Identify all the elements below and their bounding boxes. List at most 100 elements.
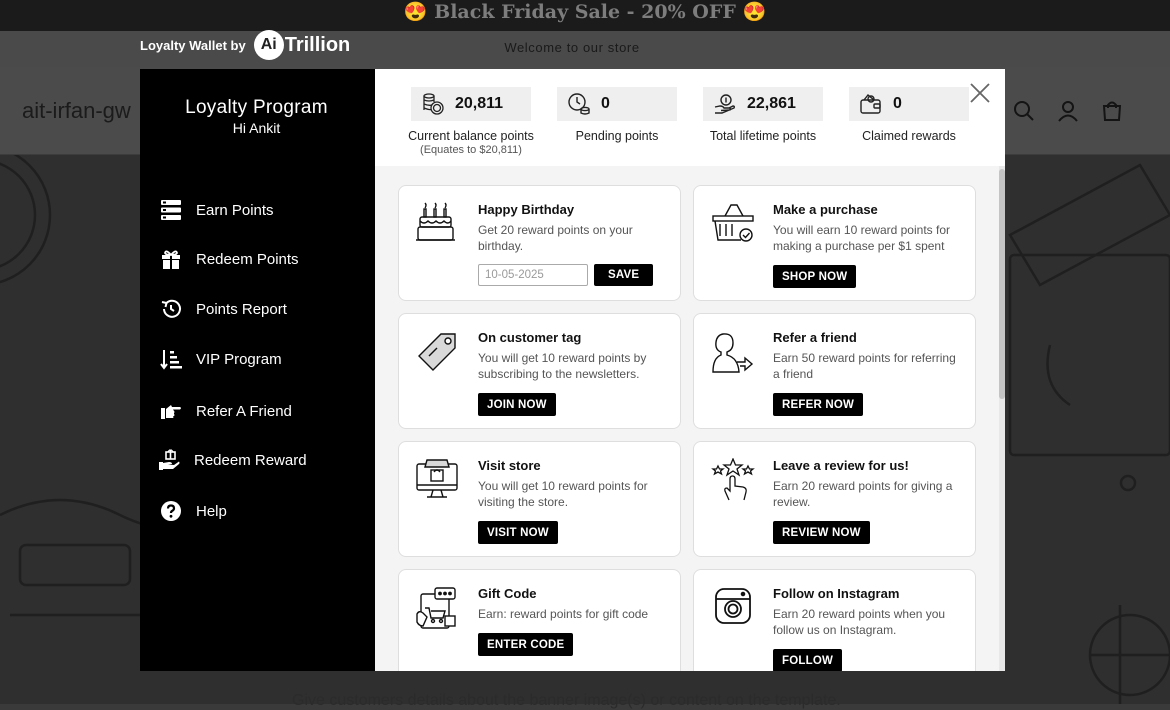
gift-icon: [162, 250, 180, 269]
logo-ai-badge: Ai: [253, 30, 284, 60]
follow-button[interactable]: FOLLOW: [773, 649, 843, 671]
loyalty-wallet-brand: Loyalty Wallet by Ai Trillion: [140, 30, 350, 60]
stat-claimed-rewards: 0: [849, 87, 969, 121]
sidebar-item-help[interactable]: Help: [160, 498, 227, 524]
brand-label: Loyalty Wallet by: [140, 37, 246, 53]
save-birthday-button[interactable]: SAVE: [594, 264, 654, 286]
sidebar-item-vip-program[interactable]: VIP Program: [160, 346, 282, 372]
heart-eyes-emoji-left: 😍: [403, 1, 428, 23]
card-description: You will get 10 reward points by subscri…: [478, 351, 647, 381]
stat-label: Total lifetime points: [709, 129, 817, 143]
sidebar-item-label: Refer A Friend: [196, 402, 292, 420]
loyalty-sidebar: Loyalty Program Hi Ankit Earn Points Red: [140, 69, 375, 671]
sidebar-item-earn-points[interactable]: Earn Points: [160, 197, 274, 223]
close-icon[interactable]: [968, 81, 992, 105]
card-description: Earn 20 reward points when you follow us…: [773, 607, 946, 637]
card-happy-birthday: Happy Birthday Get 20 reward points on y…: [398, 185, 681, 301]
birthday-cake-icon: [416, 202, 455, 241]
cart-icon[interactable]: [1099, 98, 1125, 124]
sidebar-item-label: VIP Program: [196, 350, 282, 368]
card-title: Gift Code: [478, 586, 537, 601]
join-now-button[interactable]: JOIN NOW: [478, 393, 556, 416]
birthday-date-input[interactable]: [478, 264, 588, 286]
card-title: Happy Birthday: [478, 202, 575, 217]
stat-value: 0: [893, 95, 902, 112]
sidebar-item-points-report[interactable]: Points Report: [160, 296, 287, 322]
stat-current-balance: 20,811: [411, 87, 531, 121]
gift-code-icon: [416, 587, 456, 629]
stat-value: 20,811: [455, 95, 504, 112]
review-stars-icon: [711, 458, 755, 501]
sidebar-item-label: Help: [196, 502, 227, 520]
question-icon: [161, 501, 181, 521]
list-icon: [161, 200, 181, 220]
card-visit-store: Visit store You will get 10 reward point…: [398, 441, 681, 557]
tag-icon: [418, 333, 456, 371]
sidebar-item-redeem-reward[interactable]: Redeem Reward: [158, 447, 307, 473]
card-follow-on-instagram: Follow on Instagram Earn 20 reward point…: [693, 569, 976, 671]
cards-scrollbar-thumb[interactable]: [999, 169, 1005, 399]
card-title: Make a purchase: [773, 202, 878, 217]
shop-now-button[interactable]: SHOP NOW: [773, 265, 857, 288]
enter-code-button[interactable]: ENTER CODE: [478, 633, 574, 656]
clock-coins-icon: [568, 93, 590, 115]
wallet-icon: [860, 94, 881, 114]
stat-pending-points: 0: [557, 87, 677, 121]
hand-gift-icon: [159, 449, 180, 470]
coins-icon: [423, 93, 444, 115]
card-refer-a-friend: Refer a friend Earn 50 reward points for…: [693, 313, 976, 429]
card-title: Leave a review for us!: [773, 458, 909, 473]
review-now-button[interactable]: REVIEW NOW: [773, 521, 870, 544]
card-on-customer-tag: On customer tag You will get 10 reward p…: [398, 313, 681, 429]
points-summary: 20,811 Current balance points (Equates t…: [375, 69, 1005, 166]
sidebar-item-label: Redeem Reward: [194, 451, 307, 469]
history-icon: [161, 299, 181, 318]
heart-eyes-emoji-right: 😍: [742, 1, 767, 23]
card-title: Visit store: [478, 458, 541, 473]
announcement-bar: 😍 Black Friday Sale - 20% OFF 😍: [0, 0, 1170, 31]
sidebar-item-label: Redeem Points: [196, 250, 299, 268]
search-icon[interactable]: [1011, 98, 1037, 124]
card-leave-a-review: Leave a review for us! Earn 20 reward po…: [693, 441, 976, 557]
sidebar-item-redeem-points[interactable]: Redeem Points: [160, 246, 299, 272]
refer-person-icon: [712, 333, 754, 373]
card-title: Refer a friend: [773, 330, 857, 345]
card-title: On customer tag: [478, 330, 582, 345]
visit-now-button[interactable]: VISIT NOW: [478, 521, 558, 544]
stat-value: 22,861: [747, 95, 796, 112]
hero-text: Give customers details about the banner …: [292, 692, 841, 709]
stat-label: Pending points: [575, 129, 659, 143]
sidebar-item-refer-a-friend[interactable]: Refer A Friend: [160, 398, 292, 424]
card-description: You will earn 10 reward points for makin…: [773, 223, 950, 253]
card-description: Get 20 reward points on your birthday.: [478, 223, 633, 253]
aitrillion-logo: Ai Trillion: [253, 30, 351, 60]
logo-trillion-text: Trillion: [284, 33, 351, 56]
card-description: Earn 50 reward points for referring a fr…: [773, 351, 956, 381]
announcement-text: Black Friday Sale - 20% OFF: [434, 1, 736, 23]
card-title: Follow on Instagram: [773, 586, 900, 601]
refer-now-button[interactable]: REFER NOW: [773, 393, 864, 416]
pointing-hand-icon: [161, 405, 181, 419]
card-description: Earn 20 reward points for giving a revie…: [773, 479, 953, 509]
loyalty-modal: Loyalty Program Hi Ankit Earn Points Red: [140, 69, 1005, 671]
store-name[interactable]: ait-irfan-gw: [22, 98, 131, 124]
stat-label: Claimed rewards: [862, 129, 956, 143]
store-monitor-icon: [416, 459, 458, 498]
instagram-icon: [715, 588, 751, 624]
sidebar-title: Loyalty Program: [185, 97, 328, 118]
card-description: You will get 10 reward points for visiti…: [478, 479, 648, 509]
card-gift-code: Gift Code Earn: reward points for gift c…: [398, 569, 681, 671]
card-description: Earn: reward points for gift code: [478, 607, 649, 621]
sidebar-item-label: Points Report: [196, 300, 287, 318]
sidebar-item-label: Earn Points: [196, 201, 274, 219]
stat-label: Current balance points: [408, 129, 534, 143]
stat-lifetime-points: 22,861: [703, 87, 823, 121]
loyalty-content: 20,811 Current balance points (Equates t…: [375, 69, 1005, 671]
sidebar-greeting: Hi Ankit: [232, 120, 281, 136]
stat-value: 0: [601, 95, 610, 112]
card-make-a-purchase: Make a purchase You will earn 10 reward …: [693, 185, 976, 301]
stat-note: (Equates to $20,811): [420, 144, 522, 156]
basket-icon: [712, 204, 754, 242]
account-icon[interactable]: [1055, 98, 1081, 124]
hand-coin-icon: [714, 94, 736, 114]
